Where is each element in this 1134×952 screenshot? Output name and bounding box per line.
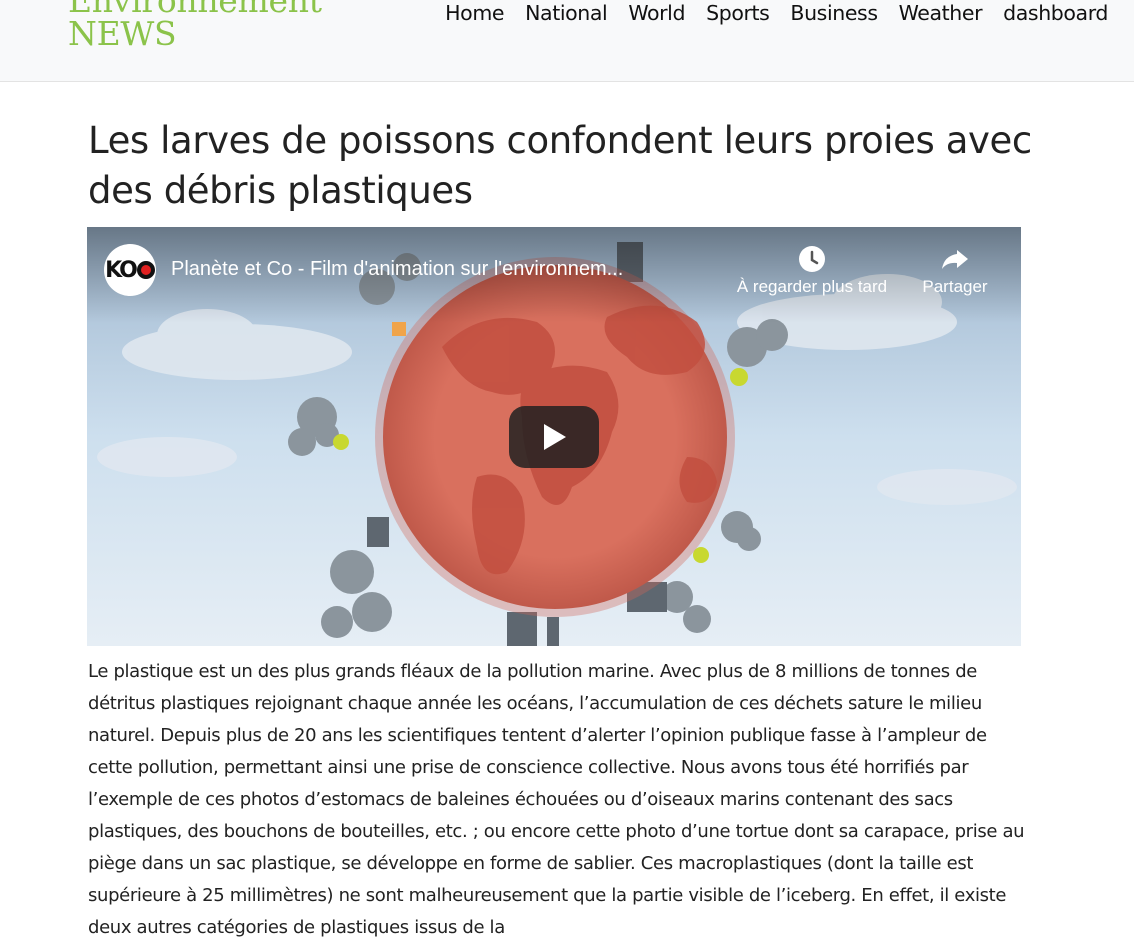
channel-logo-text: KO: [105, 257, 138, 283]
channel-logo[interactable]: KO: [104, 244, 156, 296]
article-body-paragraph: Le plastique est un des plus grands fléa…: [88, 661, 1025, 938]
nav-link-business[interactable]: Business: [790, 0, 878, 27]
play-icon: [544, 424, 566, 450]
main-nav: Home National World Sports Business Weat…: [445, 0, 1108, 27]
navbar: Environnement NEWS Home National World S…: [0, 0, 1134, 82]
nav-link-sports[interactable]: Sports: [706, 0, 770, 27]
clock-icon: [799, 246, 825, 272]
article-title: Les larves de poissons confondent leurs …: [88, 119, 1032, 212]
site-brand-logo[interactable]: Environnement NEWS: [68, 0, 322, 50]
video-title[interactable]: Planète et Co - Film d'animation sur l'e…: [171, 258, 711, 281]
share-button[interactable]: Partager: [913, 241, 997, 297]
share-arrow-icon: [942, 250, 968, 269]
nav-link-home[interactable]: Home: [445, 0, 504, 27]
nav-link-world[interactable]: World: [628, 0, 685, 27]
share-label: Partager: [922, 277, 988, 296]
nav-link-dashboard[interactable]: dashboard: [1003, 0, 1108, 27]
embedded-video-player[interactable]: KO Planète et Co - Film d'animation sur …: [87, 227, 1021, 646]
brand-line-2: NEWS: [68, 14, 177, 53]
watch-later-button[interactable]: À regarder plus tard: [727, 241, 897, 297]
channel-logo-dot: [136, 261, 155, 279]
nav-link-weather[interactable]: Weather: [899, 0, 983, 27]
watch-later-label: À regarder plus tard: [736, 277, 888, 296]
nav-link-national[interactable]: National: [525, 0, 608, 27]
play-button[interactable]: [509, 406, 599, 468]
